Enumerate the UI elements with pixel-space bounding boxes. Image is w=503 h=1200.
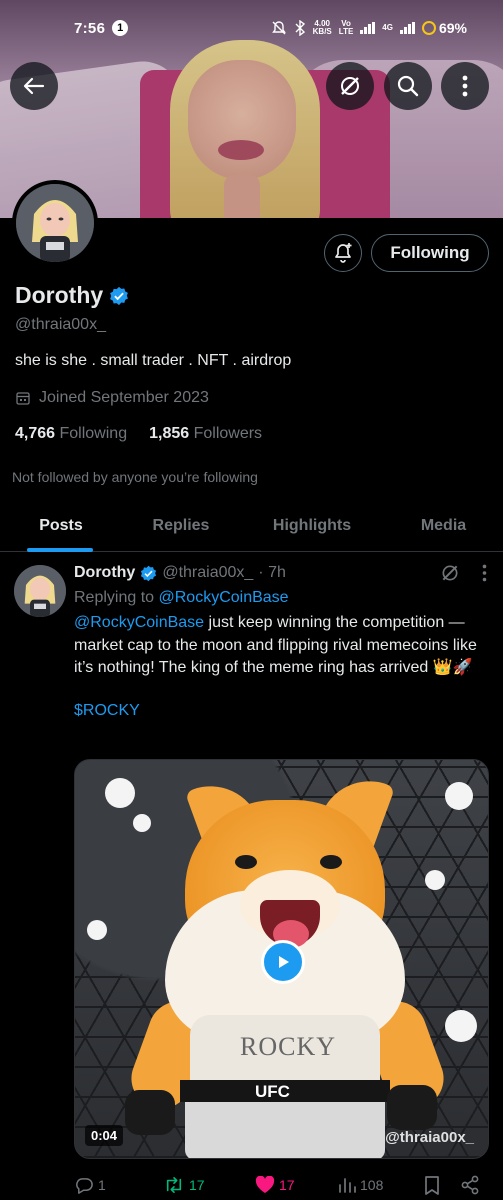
notifications-bell-button[interactable] <box>324 234 362 272</box>
profile-bio: she is she . small trader . NFT . airdro… <box>15 352 292 369</box>
status-icons: 4.00 KB/S Vo LTE 4G 69% <box>271 20 467 36</box>
calendar-icon <box>16 392 30 405</box>
post-body: Dorothy @thraia00x_ · 7h Replying to @Ro… <box>74 560 489 720</box>
profile-info: Dorothy @thraia00x_ she is she . small t… <box>15 282 490 443</box>
notification-count-badge: 1 <box>112 20 129 36</box>
verified-badge-icon[interactable] <box>109 286 129 306</box>
follow-counts: 4,766 Following 1,856 Followers <box>15 425 490 443</box>
tab-media[interactable]: Media <box>384 505 503 551</box>
battery: 69% <box>421 20 467 36</box>
post-header-icons <box>440 563 489 583</box>
post-text: @RockyCoinBase just keep winning the com… <box>74 614 477 676</box>
profile-handle: @thraia00x_ <box>15 316 106 333</box>
verified-badge-icon <box>141 565 157 581</box>
reply-button[interactable]: 1 <box>75 1176 163 1195</box>
tab-posts[interactable]: Posts <box>0 505 122 552</box>
not-followed-notice: Not followed by anyone you’re following <box>12 469 258 485</box>
following-count-link[interactable]: 4,766 Following <box>15 425 127 443</box>
status-bar: 7:56 1 4.00 KB/S Vo LTE 4G 69% <box>0 0 503 56</box>
name-row: Dorothy <box>15 282 490 309</box>
joined-date: Joined September 2023 <box>15 389 490 407</box>
replying-to: Replying to @RockyCoinBase <box>74 589 289 606</box>
retweet-button[interactable]: 17 <box>163 1176 255 1194</box>
signal-icon-2 <box>399 22 415 34</box>
heart-icon <box>255 1176 275 1193</box>
post-video[interactable]: ROCKY UFC 0:04 @thraia00x_ <box>74 759 489 1159</box>
play-button[interactable] <box>261 940 305 984</box>
play-icon <box>279 956 289 968</box>
post-actions: 1 17 17 108 <box>75 1172 490 1198</box>
video-duration: 0:04 <box>85 1125 124 1146</box>
profile-avatar[interactable] <box>12 180 98 266</box>
bookmark-icon <box>425 1175 439 1195</box>
bookmark-button[interactable] <box>424 1175 460 1195</box>
mention-link[interactable]: @RockyCoinBase <box>74 614 204 631</box>
share-icon <box>461 1175 479 1195</box>
post-header: Dorothy @thraia00x_ · 7h <box>74 560 489 586</box>
video-watermark: @thraia00x_ <box>385 1129 474 1146</box>
post-author-handle: @thraia00x_ <box>162 564 254 581</box>
network-speed: 4.00 KB/S <box>312 19 332 36</box>
followers-count-link[interactable]: 1,856 Followers <box>149 425 262 443</box>
following-button[interactable]: Following <box>371 234 489 272</box>
bluetooth-icon <box>295 20 305 36</box>
more-options-button[interactable] <box>441 62 489 110</box>
retweet-icon <box>166 1176 182 1194</box>
signal-4g: 4G <box>382 23 393 32</box>
grok-icon <box>341 77 359 95</box>
post-avatar[interactable] <box>14 565 66 617</box>
belt-text: UFC <box>255 1082 290 1101</box>
more-vertical-icon[interactable] <box>482 564 487 582</box>
post-avatar-image <box>14 565 66 617</box>
cashtag-link[interactable]: $ROCKY <box>74 702 489 720</box>
tab-replies[interactable]: Replies <box>122 505 240 551</box>
more-vertical-icon <box>462 75 468 97</box>
replying-to-link[interactable]: @RockyCoinBase <box>159 589 289 606</box>
search-icon <box>397 75 419 97</box>
reply-icon <box>76 1177 93 1194</box>
profile-tabs: Posts Replies Highlights Media <box>0 505 503 552</box>
back-button[interactable] <box>10 62 58 110</box>
like-button[interactable]: 17 <box>255 1176 338 1194</box>
signal-icon <box>360 22 376 34</box>
profile-name: Dorothy <box>15 282 104 308</box>
search-button[interactable] <box>384 62 432 110</box>
bell-plus-icon <box>335 243 352 263</box>
mute-icon <box>271 21 286 35</box>
share-button[interactable] <box>460 1175 480 1195</box>
grok-icon[interactable] <box>440 563 460 583</box>
post-author-name[interactable]: Dorothy <box>74 564 135 582</box>
arrow-left-icon <box>23 77 45 95</box>
battery-saver-icon <box>421 21 436 35</box>
grok-button[interactable] <box>326 62 374 110</box>
post-time: · 7h <box>258 564 286 581</box>
tab-highlights[interactable]: Highlights <box>240 505 384 551</box>
volte-indicator: Vo LTE <box>338 19 354 36</box>
views-chart-icon <box>339 1178 356 1193</box>
shirt-text: ROCKY <box>240 1032 337 1061</box>
views-button[interactable]: 108 <box>338 1176 424 1194</box>
avatar-image <box>16 184 94 262</box>
status-time: 7:56 <box>74 19 106 37</box>
